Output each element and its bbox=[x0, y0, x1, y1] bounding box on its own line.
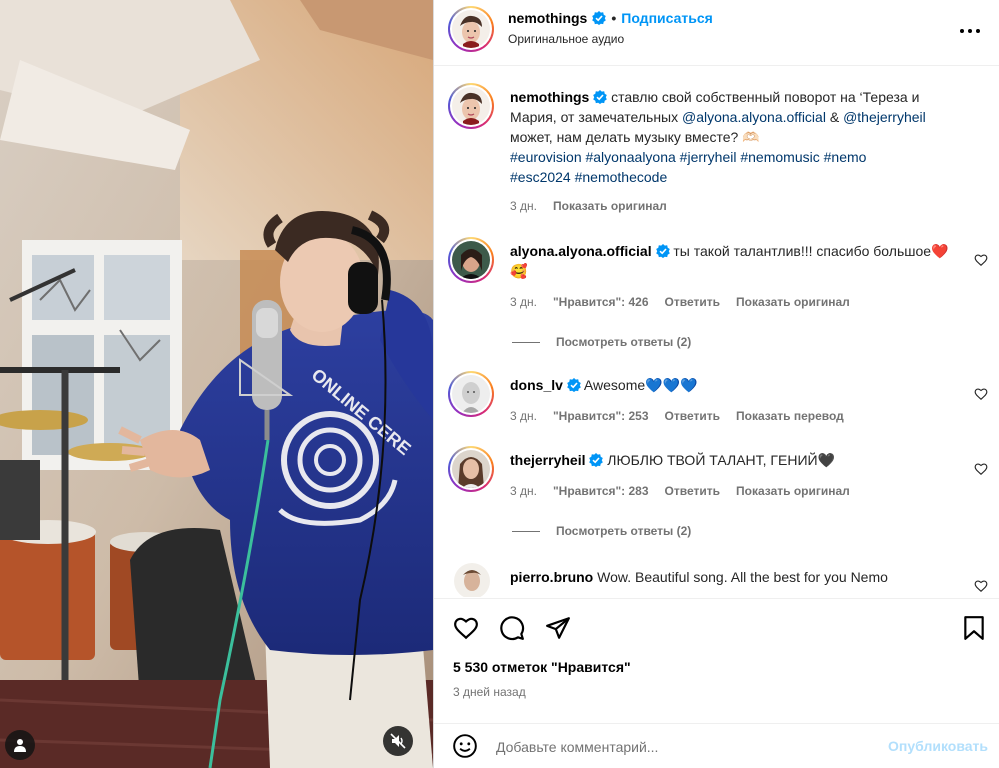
sound-off-icon bbox=[390, 733, 406, 749]
comment-translate-button[interactable]: Показать оригинал bbox=[736, 295, 850, 309]
comment-like-heart-icon[interactable] bbox=[974, 253, 988, 267]
comment-time[interactable]: 3 дн. bbox=[510, 295, 537, 309]
comment-likes-count[interactable]: "Нравится": 253 bbox=[553, 409, 649, 423]
comment-button[interactable] bbox=[498, 614, 526, 642]
caption-hashtags-line-2[interactable]: #esc2024 #nemothecode bbox=[510, 169, 667, 185]
comment-avatar-pierro[interactable] bbox=[454, 563, 490, 597]
comment-username[interactable]: alyona.alyona.official bbox=[510, 243, 652, 259]
caption-avatar-image bbox=[452, 87, 490, 125]
mute-toggle-button[interactable] bbox=[383, 726, 413, 756]
video-frame-image: ONLINE CERE bbox=[0, 0, 433, 768]
comment-likes-count[interactable]: "Нравится": 283 bbox=[553, 484, 649, 498]
comment-avatar-dons[interactable] bbox=[448, 371, 494, 417]
comment-time[interactable]: 3 дн. bbox=[510, 484, 537, 498]
comment-username[interactable]: thejerryheil bbox=[510, 452, 585, 468]
author-avatar-image bbox=[452, 10, 490, 48]
verified-badge-icon bbox=[655, 244, 670, 258]
comment-bubble-icon bbox=[500, 616, 525, 641]
pierro-avatar-image bbox=[454, 563, 490, 597]
mention-link-alyona[interactable]: @alyona.alyona.official bbox=[682, 109, 826, 125]
follow-button[interactable]: Подписаться bbox=[621, 10, 713, 26]
comment-username[interactable]: dons_lv bbox=[510, 377, 563, 393]
header-separator: • bbox=[611, 10, 617, 26]
mention-link-jerryheil[interactable]: @thejerryheil bbox=[843, 109, 926, 125]
caption-time[interactable]: 3 дн. bbox=[510, 199, 537, 213]
comment-avatar-jerryheil[interactable] bbox=[448, 446, 494, 492]
emoji-picker-button[interactable] bbox=[452, 733, 480, 761]
like-button[interactable] bbox=[452, 614, 480, 642]
replies-divider-line bbox=[512, 341, 540, 343]
comment-text: alyona.alyona.official ты такой талантли… bbox=[510, 241, 950, 281]
heart-icon bbox=[454, 617, 478, 640]
save-button[interactable] bbox=[960, 614, 988, 642]
comment-like-heart-icon[interactable] bbox=[974, 579, 988, 593]
more-horizontal-icon bbox=[960, 29, 980, 33]
author-avatar[interactable] bbox=[448, 6, 494, 52]
header-username[interactable]: nemothings bbox=[508, 10, 587, 26]
verified-badge-icon bbox=[593, 90, 608, 104]
share-button[interactable] bbox=[544, 614, 572, 642]
comment-message: Awesome💙💙💙 bbox=[583, 377, 698, 393]
comment-like-heart-icon[interactable] bbox=[974, 387, 988, 401]
caption-show-original-button[interactable]: Показать оригинал bbox=[553, 199, 667, 213]
paper-plane-icon bbox=[546, 617, 570, 639]
view-replies-label[interactable]: Посмотреть ответы (2) bbox=[556, 335, 691, 349]
caption-text: nemothings ставлю свой собственный повор… bbox=[510, 87, 950, 187]
caption-username[interactable]: nemothings bbox=[510, 89, 589, 105]
post-side-panel: nemothings • Подписаться Оригинальное ау… bbox=[433, 0, 999, 768]
caption-amp: & bbox=[829, 109, 840, 125]
user-icon bbox=[14, 739, 26, 752]
comment-reply-button[interactable]: Ответить bbox=[665, 484, 720, 498]
comment-likes-count[interactable]: "Нравится": 426 bbox=[553, 295, 649, 309]
original-audio-link[interactable]: Оригинальное аудио bbox=[508, 32, 624, 46]
comment-username[interactable]: pierro.bruno bbox=[510, 569, 593, 585]
dons-avatar-image bbox=[452, 375, 490, 413]
view-replies-button[interactable]: Посмотреть ответы (2) bbox=[512, 335, 691, 349]
comment-text: thejerryheil ЛЮБЛЮ ТВОЙ ТАЛАНТ, ГЕНИЙ🖤 bbox=[510, 450, 950, 470]
more-options-button[interactable] bbox=[958, 19, 982, 43]
alyona-avatar-image bbox=[452, 241, 490, 279]
comment-meta: 3 дн. "Нравится": 426 Ответить Показать … bbox=[510, 295, 850, 309]
bookmark-icon bbox=[964, 616, 984, 640]
add-comment-bar: Опубликовать bbox=[434, 723, 999, 768]
caption-text-part-2: может, нам делать музыку вместе? 🫶🏻 bbox=[510, 129, 760, 145]
comments-scroll-area[interactable]: nemothings ставлю свой собственный повор… bbox=[434, 67, 999, 597]
comment-input[interactable] bbox=[496, 735, 856, 759]
comment-avatar-alyona[interactable] bbox=[448, 237, 494, 283]
caption-author-avatar[interactable] bbox=[448, 83, 494, 129]
comment-translate-button[interactable]: Показать оригинал bbox=[736, 484, 850, 498]
replies-divider-line bbox=[512, 530, 540, 532]
caption-meta: 3 дн. Показать оригинал bbox=[510, 199, 667, 213]
post-header: nemothings • Подписаться Оригинальное ау… bbox=[434, 0, 999, 66]
view-replies-button[interactable]: Посмотреть ответы (2) bbox=[512, 524, 691, 538]
emoji-smile-icon bbox=[453, 734, 477, 758]
tagged-users-button[interactable] bbox=[5, 730, 35, 760]
view-replies-label[interactable]: Посмотреть ответы (2) bbox=[556, 524, 691, 538]
comment-translate-button[interactable]: Показать перевод bbox=[736, 409, 844, 423]
caption-hashtags-line-1[interactable]: #eurovision #alyonaalyona #jerryheil #ne… bbox=[510, 149, 866, 165]
comment-meta: 3 дн. "Нравится": 283 Ответить Показать … bbox=[510, 484, 850, 498]
post-likes-count[interactable]: 5 530 отметок "Нравится" bbox=[453, 659, 631, 675]
publish-comment-button[interactable]: Опубликовать bbox=[888, 738, 988, 754]
verified-badge-icon bbox=[592, 11, 607, 25]
verified-badge-icon bbox=[589, 453, 604, 467]
post-timestamp[interactable]: 3 дней назад bbox=[453, 685, 526, 699]
comment-message: ЛЮБЛЮ ТВОЙ ТАЛАНТ, ГЕНИЙ🖤 bbox=[607, 452, 836, 468]
post-media-video[interactable]: ONLINE CERE bbox=[0, 0, 433, 768]
comment-reply-button[interactable]: Ответить bbox=[665, 295, 720, 309]
comment-message: Wow. Beautiful song. All the best for yo… bbox=[597, 569, 888, 585]
comment-text: dons_lv Awesome💙💙💙 bbox=[510, 375, 950, 395]
post-actions-bar: 5 530 отметок "Нравится" 3 дней назад bbox=[434, 598, 999, 723]
comment-meta: 3 дн. "Нравится": 253 Ответить Показать … bbox=[510, 409, 844, 423]
comment-text: pierro.bruno Wow. Beautiful song. All th… bbox=[510, 567, 950, 587]
comment-time[interactable]: 3 дн. bbox=[510, 409, 537, 423]
comment-reply-button[interactable]: Ответить bbox=[665, 409, 720, 423]
jerryheil-avatar-image bbox=[452, 450, 490, 488]
header-user-row: nemothings • Подписаться bbox=[508, 10, 713, 26]
comment-like-heart-icon[interactable] bbox=[974, 462, 988, 476]
verified-badge-icon bbox=[566, 378, 581, 392]
